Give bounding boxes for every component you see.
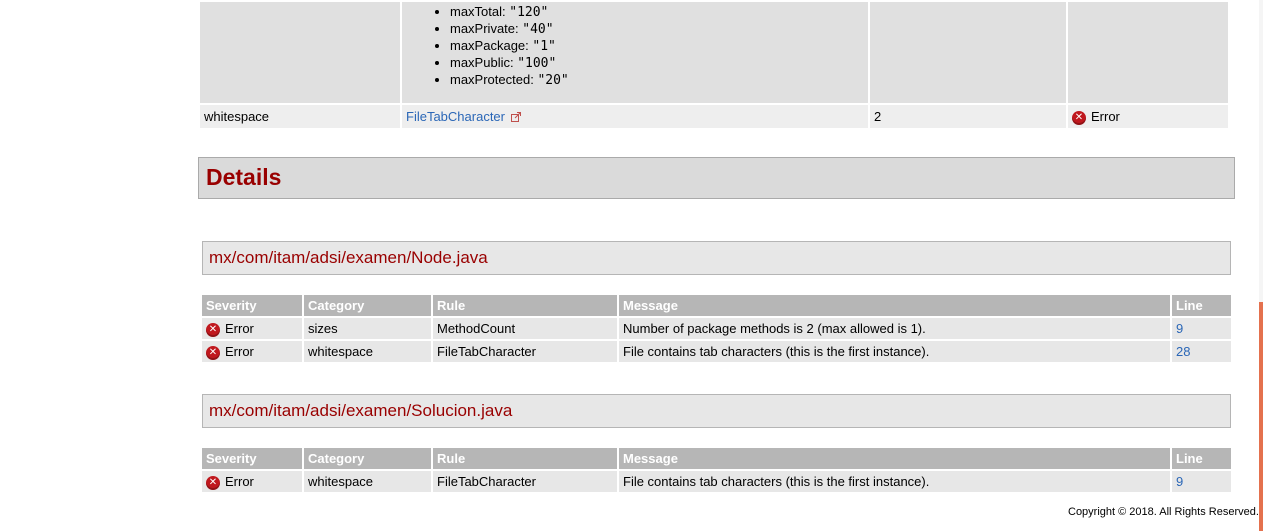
rule-property: maxPackage: "1" bbox=[450, 37, 864, 54]
col-category: Category bbox=[304, 448, 431, 469]
file-header: mx/com/itam/adsi/examen/Solucion.java bbox=[202, 394, 1231, 428]
category-cell: whitespace bbox=[304, 341, 431, 362]
category-cell: whitespace bbox=[304, 471, 431, 492]
col-line: Line bbox=[1172, 295, 1231, 316]
category-cell: sizes bbox=[304, 318, 431, 339]
col-message: Message bbox=[619, 448, 1170, 469]
table-row: ✕ Error whitespace FileTabCharacter File … bbox=[202, 341, 1231, 362]
line-cell: 9 bbox=[1172, 318, 1231, 339]
rules-rule: FileTabCharacter bbox=[402, 105, 868, 128]
rules-rule-cell: maxTotal: "120" maxPrivate: "40" maxPack… bbox=[402, 2, 868, 103]
rule-link[interactable]: FileTabCharacter bbox=[406, 109, 505, 124]
details-section-header: Details bbox=[198, 157, 1235, 199]
error-icon: ✕ bbox=[206, 322, 220, 337]
rule-property: maxPrivate: "40" bbox=[450, 20, 864, 37]
rules-violations-cell bbox=[870, 2, 1066, 103]
col-severity: Severity bbox=[202, 448, 302, 469]
message-cell: Number of package methods is 2 (max allo… bbox=[619, 318, 1170, 339]
col-rule: Rule bbox=[433, 448, 617, 469]
file-header: mx/com/itam/adsi/examen/Node.java bbox=[202, 241, 1231, 275]
rules-category-cell bbox=[200, 2, 400, 103]
error-icon: ✕ bbox=[1072, 110, 1086, 125]
rule-properties-list: maxTotal: "120" maxPrivate: "40" maxPack… bbox=[406, 3, 864, 88]
severity-cell: ✕ Error bbox=[202, 471, 302, 492]
rule-property: maxProtected: "20" bbox=[450, 71, 864, 88]
rule-property: maxPublic: "100" bbox=[450, 54, 864, 71]
col-line: Line bbox=[1172, 448, 1231, 469]
external-link-icon[interactable] bbox=[511, 112, 521, 122]
rule-cell: FileTabCharacter bbox=[433, 471, 617, 492]
rule-cell: MethodCount bbox=[433, 318, 617, 339]
rules-row-sizes: maxTotal: "120" maxPrivate: "40" maxPack… bbox=[200, 2, 1228, 103]
rules-severity-cell bbox=[1068, 2, 1228, 103]
rule-cell: FileTabCharacter bbox=[433, 341, 617, 362]
rules-severity: ✕ Error bbox=[1068, 105, 1228, 128]
col-severity: Severity bbox=[202, 295, 302, 316]
severity-cell: ✕ Error bbox=[202, 341, 302, 362]
rules-violations: 2 bbox=[870, 105, 1066, 128]
line-link[interactable]: 9 bbox=[1176, 321, 1183, 336]
message-cell: File contains tab characters (this is th… bbox=[619, 341, 1170, 362]
rules-table: maxTotal: "120" maxPrivate: "40" maxPack… bbox=[198, 0, 1230, 130]
scrollbar-thumb[interactable] bbox=[1259, 302, 1263, 531]
file-path: mx/com/itam/adsi/examen/Solucion.java bbox=[209, 401, 513, 420]
error-icon: ✕ bbox=[206, 475, 220, 490]
line-link[interactable]: 9 bbox=[1176, 474, 1183, 489]
details-heading: Details bbox=[206, 164, 282, 190]
col-rule: Rule bbox=[433, 295, 617, 316]
line-link[interactable]: 28 bbox=[1176, 344, 1190, 359]
file-errors-table: Severity Category Rule Message Line ✕ Err… bbox=[200, 293, 1233, 364]
col-category: Category bbox=[304, 295, 431, 316]
file-errors-table: Severity Category Rule Message Line ✕ Err… bbox=[200, 446, 1233, 494]
rules-row-whitespace: whitespace FileTabCharacter 2 ✕ Error bbox=[200, 105, 1228, 128]
col-message: Message bbox=[619, 295, 1170, 316]
table-header-row: Severity Category Rule Message Line bbox=[202, 295, 1231, 316]
table-row: ✕ Error sizes MethodCount Number of packa… bbox=[202, 318, 1231, 339]
line-cell: 28 bbox=[1172, 341, 1231, 362]
copyright-text: Copyright © 2018. All Rights Reserved. bbox=[1068, 506, 1259, 518]
file-path: mx/com/itam/adsi/examen/Node.java bbox=[209, 248, 488, 267]
rules-category: whitespace bbox=[200, 105, 400, 128]
severity-label: Error bbox=[1091, 108, 1120, 124]
error-icon: ✕ bbox=[206, 345, 220, 360]
line-cell: 9 bbox=[1172, 471, 1231, 492]
table-header-row: Severity Category Rule Message Line bbox=[202, 448, 1231, 469]
severity-cell: ✕ Error bbox=[202, 318, 302, 339]
table-row: ✕ Error whitespace FileTabCharacter File … bbox=[202, 471, 1231, 492]
rule-property: maxTotal: "120" bbox=[450, 3, 864, 20]
message-cell: File contains tab characters (this is th… bbox=[619, 471, 1170, 492]
